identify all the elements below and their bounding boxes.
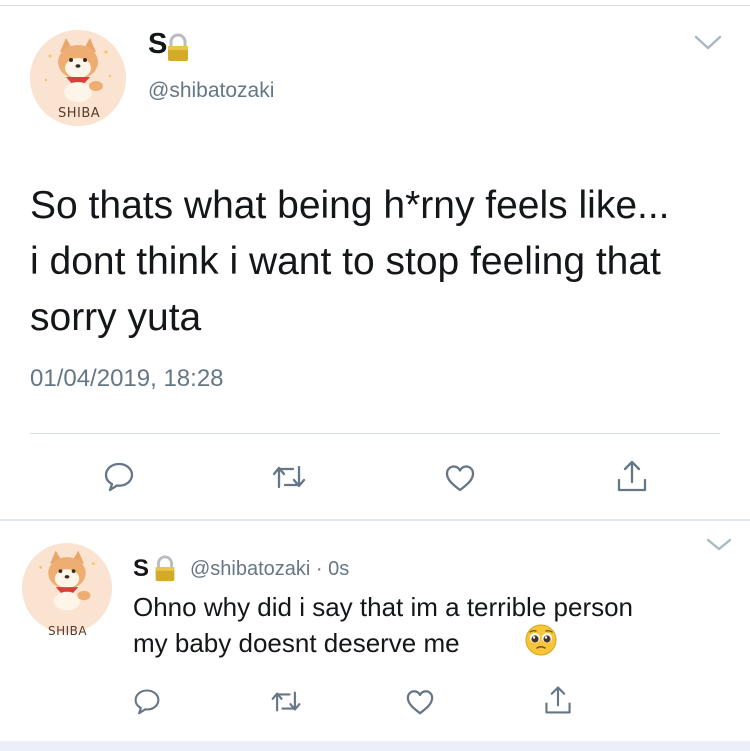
reply-handle-time[interactable]: @shibatozaki · 0s [190, 557, 349, 581]
reply-icon [134, 689, 160, 715]
share-icon [545, 686, 571, 714]
retweet-icon [271, 691, 301, 712]
share-button[interactable] [542, 684, 574, 721]
chevron-down-icon[interactable] [706, 537, 732, 558]
reply-button[interactable] [103, 460, 135, 497]
tweet-separator [0, 519, 750, 521]
reply-text-line: my baby doesnt deserve me [133, 628, 460, 658]
tweet-text-line: i dont think i want to stop feeling that [30, 240, 661, 283]
retweet-button[interactable] [270, 689, 302, 719]
reply-icon [104, 462, 134, 492]
share-icon [617, 460, 647, 492]
tweet-text-line: sorry yuta [30, 296, 202, 339]
timestamp[interactable]: 01/04/2019, 18:28 [30, 364, 224, 394]
share-button[interactable] [614, 458, 650, 499]
lock-icon [163, 33, 193, 68]
like-icon [406, 690, 434, 715]
shiba-dog-icon [22, 543, 112, 633]
top-divider [0, 5, 750, 6]
display-name[interactable]: S [133, 555, 149, 583]
like-icon [445, 465, 475, 492]
divider [30, 433, 720, 434]
reply-button[interactable] [133, 687, 161, 720]
avatar-badge: SHIBA [58, 106, 101, 121]
chevron-down-icon[interactable] [694, 34, 722, 57]
tweet-text: So thats what being h*rny feels like... … [30, 178, 730, 346]
retweet-button[interactable] [271, 463, 307, 496]
tweet-text-line: So thats what being h*rny feels like... [30, 184, 670, 227]
like-button[interactable] [405, 688, 435, 721]
pleading-face-icon [524, 623, 558, 662]
like-button[interactable] [444, 463, 476, 498]
bottom-bar [0, 741, 750, 751]
reply-text-line: Ohno why did i say that im a terrible pe… [133, 592, 634, 622]
lock-icon [151, 555, 179, 588]
reply-avatar[interactable] [22, 543, 112, 633]
reply-text: Ohno why did i say that im a terrible pe… [133, 589, 733, 661]
user-handle[interactable]: @shibatozaki [148, 78, 274, 104]
retweet-icon [272, 465, 306, 489]
avatar-badge: SHIBA [48, 624, 88, 638]
